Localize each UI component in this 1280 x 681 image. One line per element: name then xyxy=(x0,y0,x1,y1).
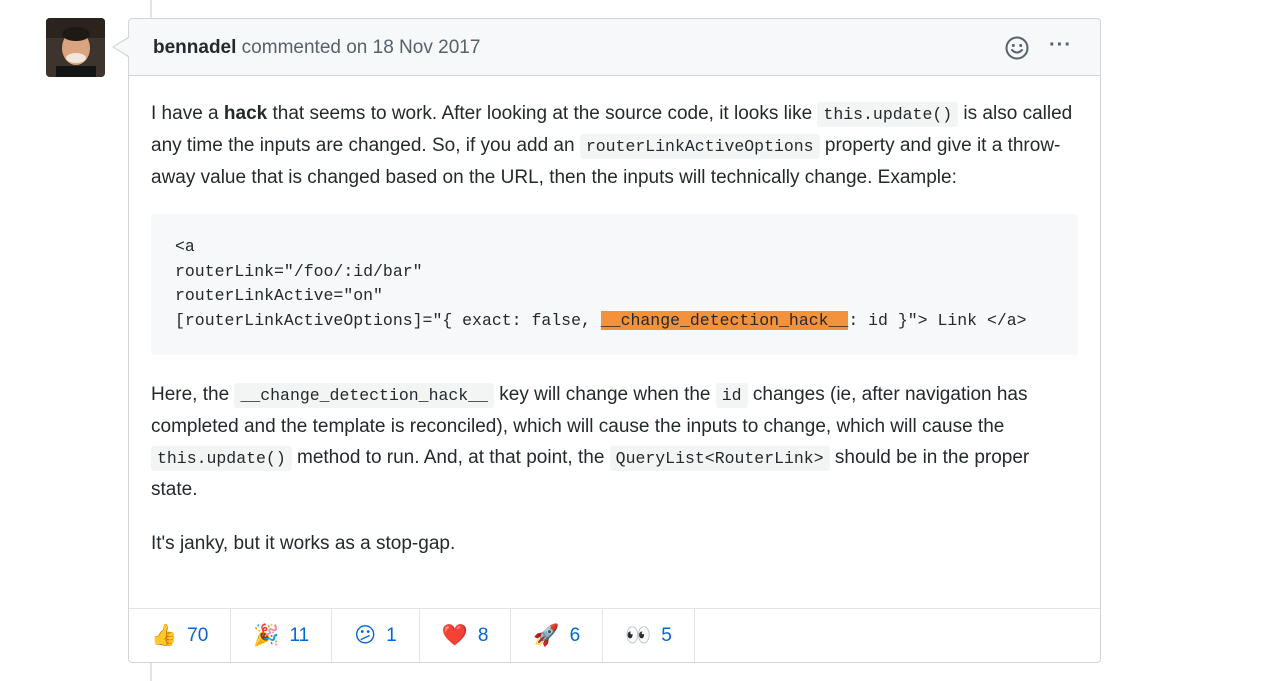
reaction-eyes[interactable]: 👀 5 xyxy=(603,609,695,662)
code-block: <a routerLink="/foo/:id/bar" routerLinkA… xyxy=(151,214,1078,355)
reaction-count: 8 xyxy=(477,624,489,646)
code-line: [routerLinkActiveOptions]="{ exact: fals… xyxy=(175,310,1027,330)
comment-header: bennadel commented on 18 Nov 2017 ··· xyxy=(129,19,1100,76)
comment-date[interactable]: commented on 18 Nov 2017 xyxy=(236,37,481,58)
reaction-count: 70 xyxy=(187,624,209,646)
reaction-thumbs-up[interactable]: 👍 70 xyxy=(129,609,232,662)
comment-meta: bennadel commented on 18 Nov 2017 xyxy=(153,37,480,59)
reaction-count: 1 xyxy=(386,624,397,646)
reaction-count: 11 xyxy=(289,624,310,646)
paragraph-3: It's janky, but it works as a stop-gap. xyxy=(151,533,456,554)
highlight-orange: __change_detection_hack__ xyxy=(600,310,849,330)
paragraph-2: Here, the __change_detection_hack__ key … xyxy=(151,383,1030,500)
confused-icon: 😕 xyxy=(354,623,377,647)
reaction-tada[interactable]: 🎉 11 xyxy=(231,609,333,662)
code-line: routerLink="/foo/:id/bar" xyxy=(175,261,423,281)
paragraph-1: I have a hack that seems to work. After … xyxy=(151,102,1073,188)
inline-code: id xyxy=(715,383,748,408)
rocket-icon: 🚀 xyxy=(533,623,560,647)
reaction-heart[interactable]: ❤️ 8 xyxy=(420,609,512,662)
heart-icon: ❤️ xyxy=(441,623,468,647)
more-options-icon[interactable]: ··· xyxy=(1049,34,1072,57)
inline-code-highlight: __change_detection_hack__ xyxy=(234,383,494,408)
reaction-rocket[interactable]: 🚀 6 xyxy=(511,609,604,662)
avatar-image xyxy=(46,18,105,77)
reaction-count: 6 xyxy=(569,624,581,646)
add-reaction-icon[interactable] xyxy=(1004,35,1030,61)
code-line: routerLinkActive="on" xyxy=(175,286,383,305)
inline-code: routerLinkActiveOptions xyxy=(579,134,820,159)
author-link[interactable]: bennadel xyxy=(153,37,236,58)
avatar[interactable] xyxy=(46,18,105,77)
reactions-bar: 👍 70 🎉 11 😕 1 ❤️ 8 🚀 6 👀 5 xyxy=(129,608,1100,662)
eyes-icon: 👀 xyxy=(625,623,652,647)
tada-icon: 🎉 xyxy=(253,623,280,647)
reaction-count: 5 xyxy=(661,624,672,646)
comment: bennadel commented on 18 Nov 2017 ··· I … xyxy=(112,18,1101,663)
code-line: <a xyxy=(175,237,195,256)
reaction-confused[interactable]: 😕 1 xyxy=(332,609,420,662)
inline-code: QueryList<RouterLink> xyxy=(609,446,830,471)
inline-code: this.update() xyxy=(817,102,959,127)
inline-code: this.update() xyxy=(151,446,292,471)
comment-body: I have a hack that seems to work. After … xyxy=(129,76,1100,559)
thumbs-up-icon: 👍 xyxy=(151,623,178,647)
